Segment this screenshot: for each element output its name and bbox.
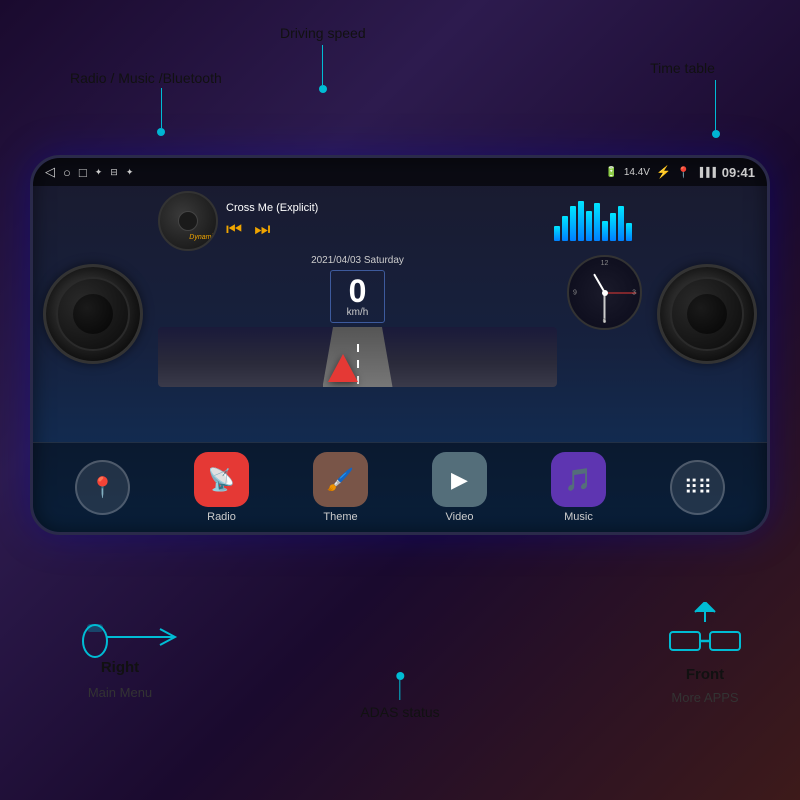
analog-clock: 12 6 3 9	[567, 255, 642, 330]
media-icon: ⊟	[110, 167, 118, 178]
home-icon[interactable]: ○	[63, 165, 71, 180]
speed-unit: km/h	[346, 307, 369, 318]
date-display: 2021/04/03 Saturday	[158, 255, 557, 266]
radio-label: Radio	[207, 511, 236, 523]
music-icon[interactable]: 🎵	[551, 452, 606, 507]
location-icon: 📍	[677, 166, 691, 179]
time-table-label: Time table	[650, 60, 715, 76]
vinyl-label: Dynami	[189, 234, 213, 241]
battery-indicator: 🔋	[605, 167, 617, 178]
song-title: Cross Me (Explicit)	[226, 202, 536, 214]
driving-speed-label: Driving speed	[280, 25, 366, 41]
battery-value: 14.4V	[624, 167, 650, 178]
bluetooth-icon: ⚡	[656, 165, 671, 179]
eq-bar	[562, 216, 568, 241]
main-menu-label: Main Menu	[60, 685, 180, 700]
more-apps-annotation: Front More APPS	[665, 602, 745, 705]
eq-bar	[578, 201, 584, 241]
usb-icon: ✦	[95, 167, 103, 178]
eq-bar	[610, 213, 616, 241]
speed-value: 0	[346, 275, 369, 307]
location-nav-button[interactable]: 📍	[75, 460, 130, 515]
eq-bar	[570, 206, 576, 241]
right-speaker-circle	[657, 264, 757, 364]
video-icon[interactable]: ▶	[432, 452, 487, 507]
eq-bar	[618, 206, 624, 241]
main-display-area: Dynami Cross Me (Explicit) ⏮ ⏭ 2021/04/0…	[33, 186, 767, 442]
signal-icon: ▐▐▐	[697, 167, 716, 177]
theme-app-item[interactable]: 🖌️ Theme	[313, 452, 368, 523]
eq-bar	[626, 223, 632, 241]
adas-label: ADAS status	[360, 704, 439, 720]
more-apps-label: More APPS	[665, 690, 745, 705]
radio-app-item[interactable]: 📡 Radio	[194, 452, 249, 523]
eq-bar	[602, 221, 608, 241]
music-app-item[interactable]: 🎵 Music	[551, 452, 606, 523]
clock-center-dot	[602, 290, 608, 296]
right-speaker	[647, 186, 767, 442]
recent-icon[interactable]: □	[79, 165, 87, 180]
more-apps-button[interactable]: ⠿⠿	[670, 460, 725, 515]
equalizer	[544, 201, 642, 241]
app-bar: 📍 📡 Radio 🖌️ Theme ▶ Video 🎵 Music	[33, 442, 767, 532]
navigation-display	[158, 327, 557, 387]
theme-label: Theme	[323, 511, 357, 523]
main-menu-annotation: Right Main Menu	[60, 599, 180, 700]
time-display: 09:41	[722, 165, 755, 180]
left-speaker	[33, 186, 153, 442]
radio-music-bt-label: Radio / Music /Bluetooth	[70, 70, 222, 86]
adas-annotation: ADAS status	[360, 672, 439, 720]
usb2-icon: ✦	[126, 167, 134, 178]
video-label: Video	[446, 511, 474, 523]
status-bar: ◁ ○ □ ✦ ⊟ ✦ 🔋 14.4V ⚡ 📍 ▐▐▐ 09:41	[33, 158, 767, 186]
next-button[interactable]: ⏭	[254, 219, 270, 240]
vinyl-disc: Dynami	[158, 191, 218, 251]
status-indicators: 🔋 14.4V ⚡ 📍 ▐▐▐ 09:41	[605, 165, 755, 180]
video-app-item[interactable]: ▶ Video	[432, 452, 487, 523]
front-label: Front	[686, 666, 724, 683]
radio-icon[interactable]: 📡	[194, 452, 249, 507]
back-icon[interactable]: ◁	[45, 164, 55, 180]
theme-icon[interactable]: 🖌️	[313, 452, 368, 507]
eq-bar	[586, 211, 592, 241]
eq-bar	[554, 226, 560, 241]
prev-button[interactable]: ⏮	[226, 219, 242, 240]
eq-bar	[594, 203, 600, 241]
music-label: Music	[564, 511, 593, 523]
right-direction-label: Right	[101, 659, 139, 676]
car-infotainment-device: ◁ ○ □ ✦ ⊟ ✦ 🔋 14.4V ⚡ 📍 ▐▐▐ 09:41	[30, 155, 770, 535]
left-speaker-circle	[43, 264, 143, 364]
nav-icons: ◁ ○ □ ✦ ⊟ ✦	[45, 164, 133, 180]
